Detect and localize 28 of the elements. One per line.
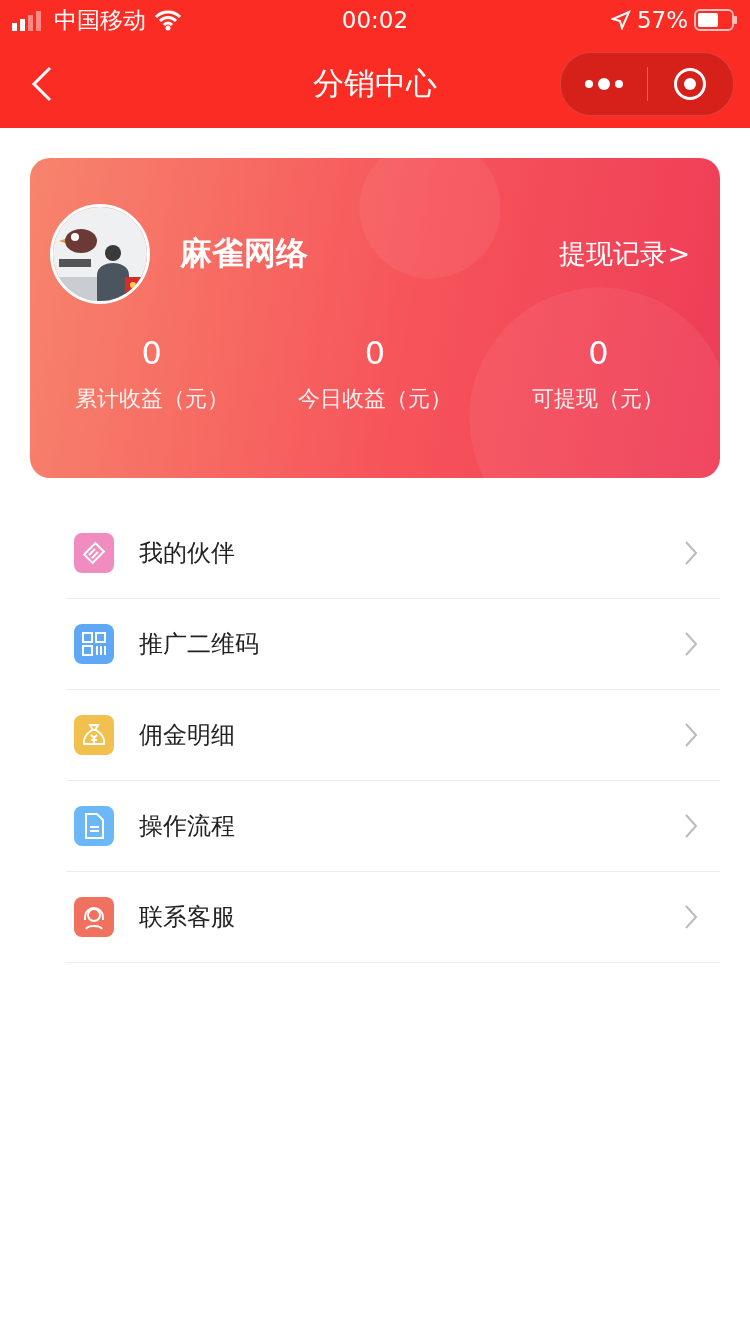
carrier-name: 中国移动 <box>54 5 146 35</box>
location-icon <box>610 10 631 30</box>
wifi-icon <box>154 9 182 31</box>
stat-value: 0 <box>141 334 162 372</box>
menu-item[interactable]: 操作流程 <box>66 781 720 872</box>
menu-item[interactable]: 联系客服 <box>66 872 720 963</box>
stat-label: 今日收益（元） <box>298 385 452 413</box>
stat-label: 可提现（元） <box>532 385 665 413</box>
stat-label: 累计收益（元） <box>74 385 229 413</box>
withdraw-records-link[interactable]: 提现记录> <box>559 236 690 272</box>
battery-icon <box>694 9 738 31</box>
more-icon[interactable] <box>583 77 624 91</box>
menu-item[interactable]: 佣金明细 <box>66 690 720 781</box>
chevron-icon <box>684 722 698 748</box>
menu-item[interactable]: 我的伙伴 <box>66 508 720 599</box>
close-icon[interactable] <box>673 67 708 101</box>
back-icon[interactable] <box>30 64 54 104</box>
stat-value: 0 <box>364 334 386 372</box>
battery-percent: 57% <box>636 7 688 33</box>
menu-item[interactable]: 推广二维码 <box>66 599 720 690</box>
chevron-icon <box>684 631 698 657</box>
user-name: 麻雀网络 <box>180 233 309 274</box>
chevron-icon <box>684 813 698 839</box>
stat-value: 0 <box>588 334 609 372</box>
chevron-icon <box>684 540 698 566</box>
page-title: 分销中心 <box>313 65 437 101</box>
clock-time: 00:02 <box>341 7 409 33</box>
chevron-icon <box>684 904 698 930</box>
